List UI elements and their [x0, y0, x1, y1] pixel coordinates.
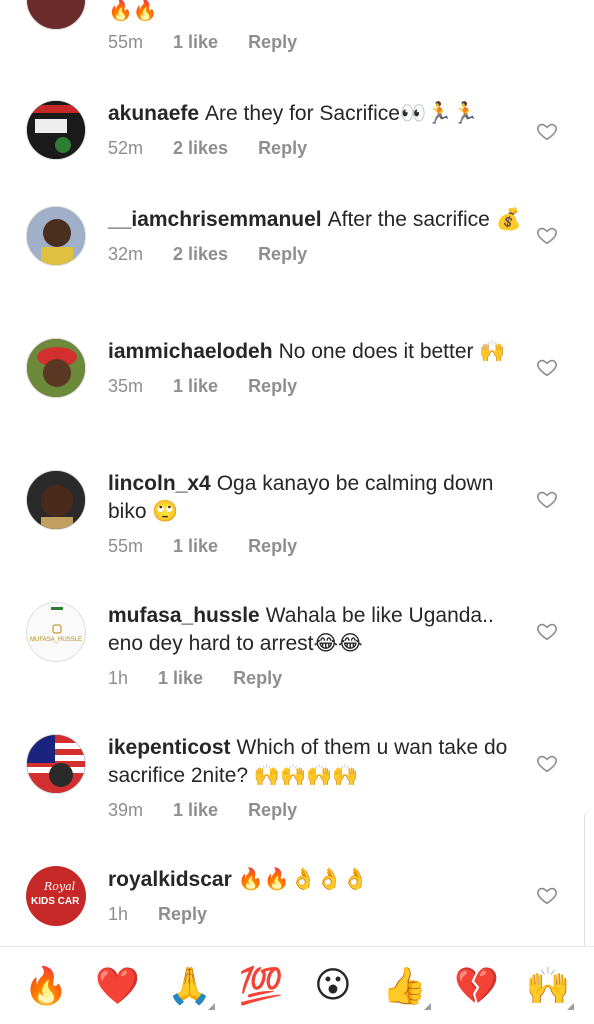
fire-emoji-button[interactable]: 🔥: [22, 962, 70, 1010]
comment-username[interactable]: lincoln_x4: [108, 472, 211, 495]
comment-likes[interactable]: 1 like: [173, 376, 218, 397]
comment-time: 55m: [108, 32, 144, 52]
skin-tone-indicator: [423, 1002, 431, 1010]
comment-meta: 32m 2 likes Reply: [108, 244, 528, 265]
like-heart-icon[interactable]: [536, 488, 558, 510]
hundred-emoji-button[interactable]: 💯: [237, 962, 285, 1010]
reply-button[interactable]: Reply: [258, 138, 307, 159]
raised-hands-icon: 🙌: [525, 965, 571, 1007]
comment-text: royalkidscar 🔥🔥👌👌👌: [108, 866, 528, 894]
avatar[interactable]: [26, 0, 86, 30]
reply-button[interactable]: Reply: [248, 376, 297, 397]
comment-text: mufasa_hussle Wahala be like Uganda.. eno…: [108, 602, 528, 658]
comment-body: No one does it better 🙌: [278, 340, 506, 363]
surprised-face-icon: 😮: [314, 965, 352, 1006]
comment-text: iammichaelodeh No one does it better 🙌: [108, 338, 528, 366]
surprised-emoji-button[interactable]: 😮: [309, 962, 357, 1010]
like-heart-icon[interactable]: [536, 884, 558, 906]
comment-text: ikepenticost Which of them u wan take do …: [108, 734, 528, 790]
hundred-icon: 💯: [238, 965, 284, 1007]
thumbs-up-emoji-button[interactable]: 👍: [381, 962, 431, 1010]
heart-emoji-button[interactable]: ❤️: [94, 962, 142, 1010]
avatar[interactable]: [26, 734, 86, 794]
avatar[interactable]: MUFASA_HUSSLE: [26, 602, 86, 662]
comment-likes[interactable]: 1 like: [158, 668, 203, 689]
broken-heart-emoji-button[interactable]: 💔: [452, 962, 500, 1010]
like-heart-icon[interactable]: [536, 620, 558, 642]
quick-emoji-bar: 🔥 ❤️ 🙏 💯 😮 👍 💔 🙌: [0, 946, 594, 1024]
comment-time: 1h: [108, 904, 129, 924]
comment-meta: 55m 1 like Reply: [108, 536, 528, 557]
comment-username[interactable]: royalkidscar: [108, 868, 232, 891]
reply-button[interactable]: Reply: [248, 536, 297, 557]
comment-likes[interactable]: 2 likes: [173, 138, 228, 159]
broken-heart-icon: 💔: [453, 965, 499, 1007]
comment-text: lincoln_x4 Oga kanayo be calming down bik…: [108, 470, 528, 526]
comment-likes[interactable]: 1 like: [173, 32, 218, 53]
reply-button[interactable]: Reply: [258, 244, 307, 265]
comment-likes[interactable]: 1 like: [173, 536, 218, 557]
like-heart-icon[interactable]: [536, 752, 558, 774]
comment-username[interactable]: __iamchrisemmanuel: [108, 208, 322, 231]
comment-meta: 1h Reply: [108, 904, 528, 925]
heart-icon: ❤️: [95, 965, 141, 1007]
avatar[interactable]: Royal KIDS CAR: [26, 866, 86, 926]
avatar-script: Royal: [44, 880, 76, 893]
like-heart-icon[interactable]: [536, 120, 558, 142]
avatar[interactable]: [26, 100, 86, 160]
comment-meta: 52m 2 likes Reply: [108, 138, 528, 159]
avatar[interactable]: [26, 338, 86, 398]
skin-tone-indicator: [567, 1002, 575, 1010]
comment-meta: 55m 1 like Reply: [108, 32, 528, 53]
comment-time: 1h: [108, 668, 129, 688]
comment-body: Are they for Sacrifice👀🏃🏃: [205, 102, 479, 125]
reply-button[interactable]: Reply: [233, 668, 282, 689]
comment-username[interactable]: akunaefe: [108, 102, 199, 125]
comment-meta: 35m 1 like Reply: [108, 376, 528, 397]
comment-time: 52m: [108, 138, 144, 158]
comment-username[interactable]: mufasa_hussle: [108, 604, 260, 627]
comment-text: __iamchrisemmanuel After the sacrifice 💰: [108, 206, 528, 234]
comment-likes[interactable]: 1 like: [173, 800, 218, 821]
like-heart-icon[interactable]: [536, 224, 558, 246]
reply-button[interactable]: Reply: [248, 800, 297, 821]
comment-time: 55m: [108, 536, 144, 556]
comment-meta: 1h 1 like Reply: [108, 668, 528, 689]
pray-icon: 🙏: [166, 965, 212, 1007]
comment-text: 🔥🔥: [108, 0, 158, 22]
pray-emoji-button[interactable]: 🙏: [165, 962, 216, 1010]
comment-body: After the sacrifice 💰: [327, 208, 522, 231]
comment-time: 32m: [108, 244, 144, 264]
comment-text: akunaefe Are they for Sacrifice👀🏃🏃: [108, 100, 528, 128]
comment-time: 35m: [108, 376, 144, 396]
like-heart-icon[interactable]: [536, 356, 558, 378]
comment-body: 🔥🔥👌👌👌: [237, 868, 369, 891]
avatar[interactable]: [26, 206, 86, 266]
thumbs-up-icon: 👍: [382, 965, 428, 1007]
reply-button[interactable]: Reply: [158, 904, 207, 925]
skin-tone-indicator: [208, 1002, 216, 1010]
comment-time: 39m: [108, 800, 144, 820]
reply-button[interactable]: Reply: [248, 32, 297, 53]
comment-meta: 39m 1 like Reply: [108, 800, 528, 821]
avatar-label: MUFASA_HUSSLE: [30, 637, 83, 643]
comment-username[interactable]: iammichaelodeh: [108, 340, 273, 363]
avatar[interactable]: [26, 470, 86, 530]
avatar-label: KIDS CAR: [31, 896, 80, 907]
comment-username[interactable]: ikepenticost: [108, 736, 231, 759]
raised-hands-emoji-button[interactable]: 🙌: [524, 962, 575, 1010]
comment-likes[interactable]: 2 likes: [173, 244, 228, 265]
fire-icon: 🔥: [23, 965, 69, 1007]
